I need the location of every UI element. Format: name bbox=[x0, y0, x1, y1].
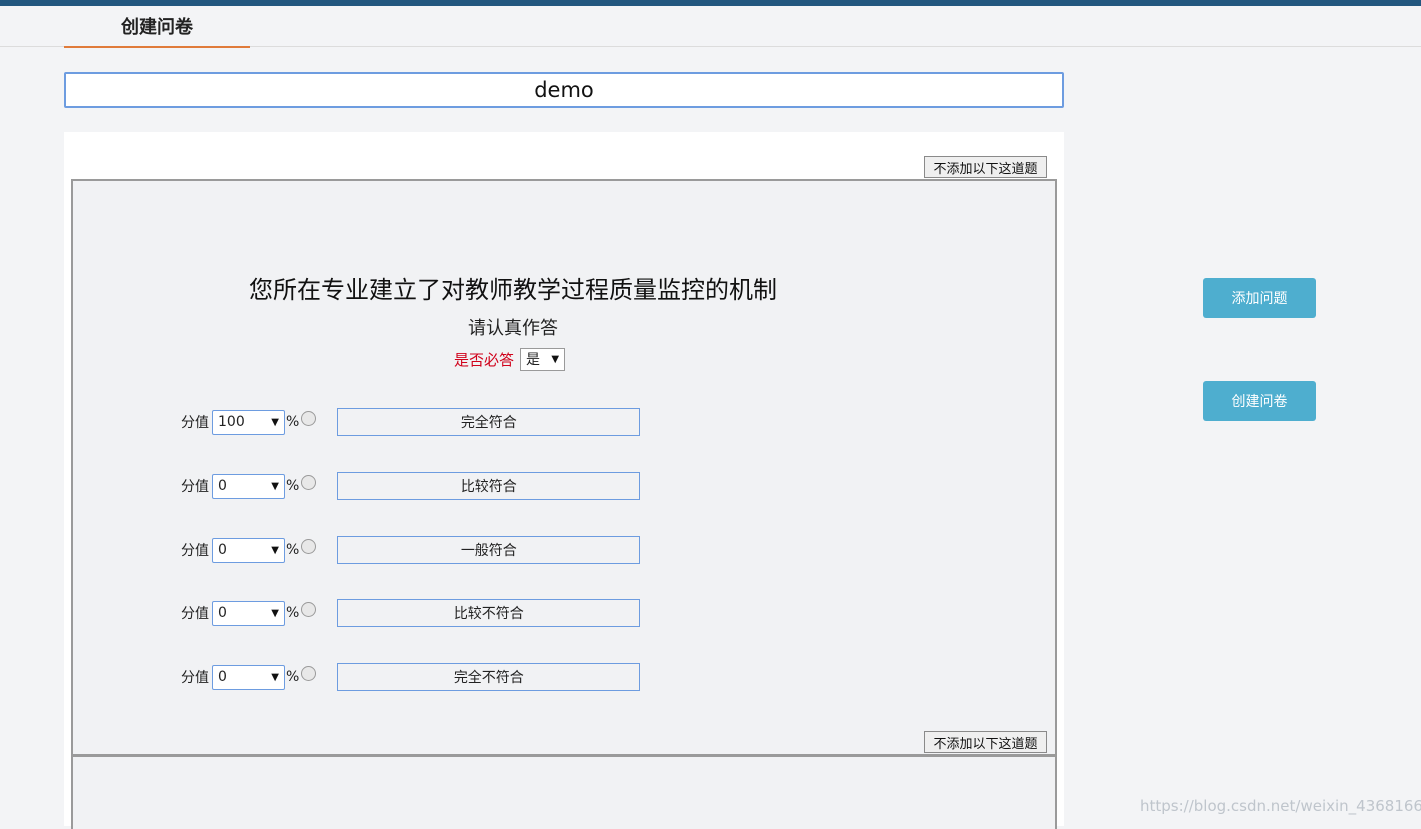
score-select-value: 0 bbox=[218, 542, 227, 558]
score-select[interactable]: 0 ▼ bbox=[212, 537, 285, 563]
question-title: 您所在专业建立了对教师教学过程质量监控的机制 bbox=[249, 276, 777, 304]
survey-title-input[interactable] bbox=[64, 72, 1064, 108]
score-select[interactable]: 100 ▼ bbox=[212, 409, 285, 435]
question-subtitle: 请认真作答 bbox=[468, 318, 558, 339]
option-text-input[interactable] bbox=[337, 599, 641, 627]
skip-question-button[interactable]: 不添加以下这道题 bbox=[924, 156, 1047, 178]
score-select[interactable]: 0 ▼ bbox=[212, 664, 285, 690]
required-select[interactable]: 是 ▼ bbox=[520, 347, 566, 371]
radio-icon[interactable] bbox=[301, 601, 317, 617]
option-text-input[interactable] bbox=[337, 663, 641, 691]
score-select-value: 0 bbox=[218, 669, 227, 685]
chevron-down-icon: ▼ bbox=[271, 416, 279, 428]
radio-icon[interactable] bbox=[301, 474, 317, 490]
chevron-down-icon: ▼ bbox=[271, 671, 279, 683]
radio-icon[interactable] bbox=[301, 538, 317, 554]
chevron-down-icon: ▼ bbox=[551, 353, 560, 365]
option-text-input[interactable] bbox=[337, 472, 641, 500]
watermark: https://blog.csdn.net/weixin_43681666 bbox=[1140, 797, 1421, 815]
score-select[interactable]: 0 ▼ bbox=[212, 473, 285, 499]
question-card: 您所在专业建立了对教师教学过程质量监控的机制 请认真作答 是否必答 是 ▼ 分值… bbox=[71, 179, 1057, 756]
percent-sign: % bbox=[286, 478, 300, 494]
option-row: 分值 100 ▼ % bbox=[181, 408, 641, 436]
score-label: 分值 bbox=[181, 479, 209, 495]
chevron-down-icon: ▼ bbox=[271, 544, 279, 556]
percent-sign: % bbox=[286, 605, 300, 621]
required-select-value: 是 bbox=[526, 352, 541, 368]
score-select[interactable]: 0 ▼ bbox=[212, 600, 285, 626]
option-text-input[interactable] bbox=[337, 408, 641, 436]
question-card bbox=[71, 754, 1057, 829]
option-row: 分值 0 ▼ % bbox=[181, 599, 641, 627]
required-row: 是否必答 是 ▼ bbox=[454, 347, 566, 371]
score-label: 分值 bbox=[181, 415, 209, 431]
required-label: 是否必答 bbox=[454, 350, 515, 369]
option-row: 分值 0 ▼ % bbox=[181, 472, 641, 500]
chevron-down-icon: ▼ bbox=[271, 480, 279, 492]
score-label: 分值 bbox=[181, 606, 209, 622]
tab-create-survey[interactable]: 创建问卷 bbox=[64, 6, 250, 48]
radio-icon[interactable] bbox=[301, 665, 317, 681]
create-survey-button[interactable]: 创建问卷 bbox=[1203, 381, 1316, 421]
option-row: 分值 0 ▼ % bbox=[181, 663, 641, 691]
percent-sign: % bbox=[286, 669, 300, 685]
score-label: 分值 bbox=[181, 543, 209, 559]
chevron-down-icon: ▼ bbox=[271, 607, 279, 619]
option-text-input[interactable] bbox=[337, 536, 641, 564]
score-select-value: 0 bbox=[218, 478, 227, 494]
radio-icon[interactable] bbox=[301, 410, 317, 426]
percent-sign: % bbox=[286, 542, 300, 558]
skip-question-button[interactable]: 不添加以下这道题 bbox=[924, 731, 1047, 753]
score-label: 分值 bbox=[181, 670, 209, 686]
option-row: 分值 0 ▼ % bbox=[181, 536, 641, 564]
add-question-button[interactable]: 添加问题 bbox=[1203, 278, 1316, 318]
score-select-value: 100 bbox=[218, 414, 245, 430]
score-select-value: 0 bbox=[218, 605, 227, 621]
percent-sign: % bbox=[286, 414, 300, 430]
